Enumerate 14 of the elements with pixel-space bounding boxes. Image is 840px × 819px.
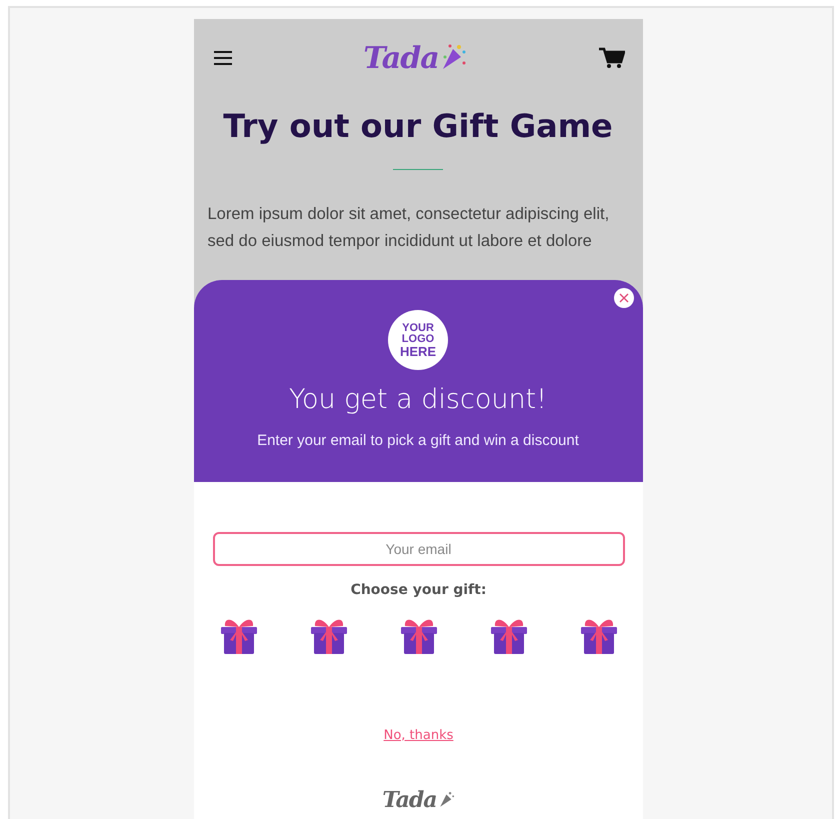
decline-link[interactable]: No, thanks [384, 728, 454, 743]
email-field[interactable]: Your email [212, 532, 624, 566]
popup-title: You get a discount! [289, 384, 547, 415]
popup-subtitle: Enter your email to pick a gift and win a discount [257, 432, 579, 449]
menu-icon[interactable] [214, 50, 232, 66]
brand-logo: YOUR LOGO HERE [388, 310, 448, 370]
page-title: Try out our Gift Game [222, 107, 614, 145]
cart-icon[interactable] [598, 47, 624, 69]
choose-label: Choose your gift: [350, 582, 486, 598]
footer-logo: Tada [382, 787, 455, 813]
close-button[interactable] [614, 288, 634, 308]
site-logo[interactable]: Tada [363, 40, 467, 76]
close-icon[interactable] [618, 293, 628, 303]
body-text: Lorem ipsum dolor sit amet, consectetur adipiscing elit, sed do eiusmod tempor incididunt ut labore et dolore [206, 204, 610, 252]
